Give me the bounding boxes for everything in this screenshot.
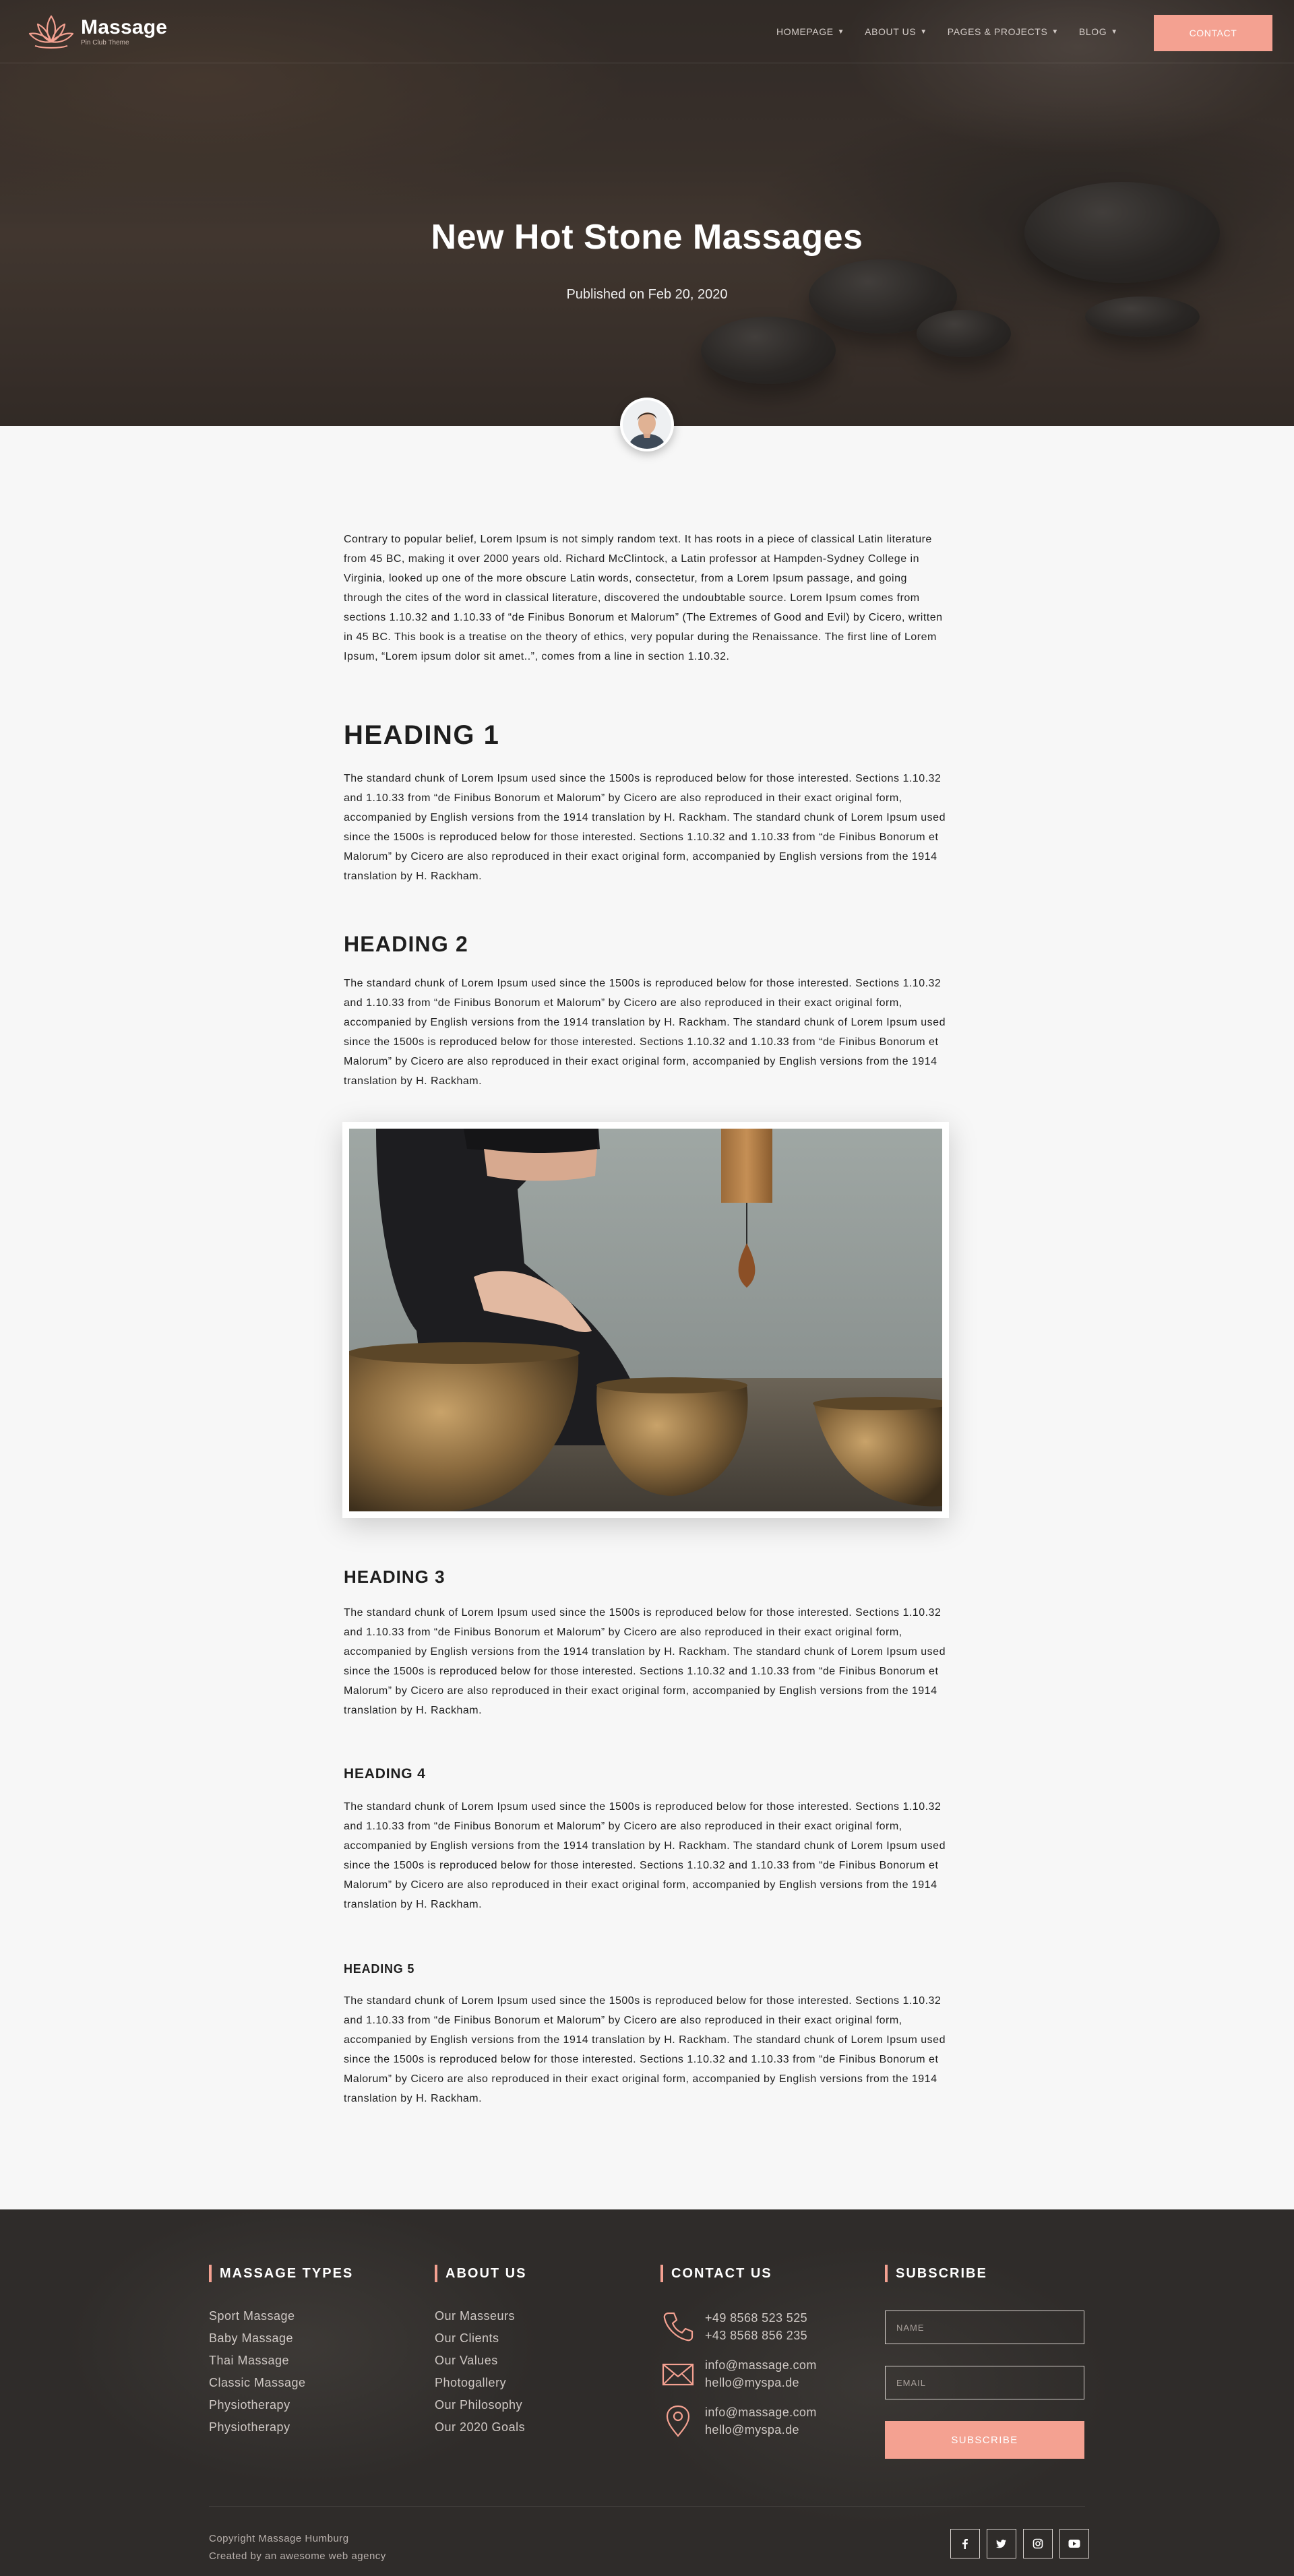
article-image: [342, 1122, 949, 1518]
footer-divider: [209, 2506, 1085, 2507]
photo-illustration: [349, 1129, 942, 1511]
contact-email-1[interactable]: info@massage.com: [705, 2356, 817, 2374]
site-footer: MASSAGE TYPES Sport Massage Baby Massage…: [0, 2209, 1294, 2576]
footer-link-list: Our Masseurs Our Clients Our Values Phot…: [435, 2305, 650, 2439]
section-body-1: The standard chunk of Lorem Ipsum used s…: [344, 773, 946, 882]
footer-column-title: ABOUT US: [435, 2265, 650, 2282]
footer-subscribe: SUBSCRIBE SUBSCRIBE: [885, 2265, 1101, 2459]
footer-link[interactable]: Our Philosophy: [435, 2394, 650, 2416]
chevron-down-icon: ▼: [837, 28, 845, 36]
envelope-icon: [662, 2363, 694, 2386]
author-photo: [623, 400, 671, 449]
top-navbar: Massage Pin Club Theme HOMEPAGE ▼ ABOUT …: [0, 0, 1294, 63]
hero-banner: Massage Pin Club Theme HOMEPAGE ▼ ABOUT …: [0, 0, 1294, 426]
footer-link[interactable]: Our 2020 Goals: [435, 2416, 650, 2439]
twitter-icon[interactable]: [987, 2529, 1016, 2558]
subscribe-email-input[interactable]: [885, 2366, 1084, 2399]
author-avatar[interactable]: [620, 398, 674, 451]
section-body-2: The standard chunk of Lorem Ipsum used s…: [344, 978, 946, 1087]
footer-link[interactable]: Physiotherapy: [209, 2394, 425, 2416]
footer-link[interactable]: Sport Massage: [209, 2305, 425, 2327]
map-pin-icon: [666, 2405, 690, 2437]
social-links: [950, 2529, 1089, 2558]
section-heading-4: HEADING 4: [344, 1766, 426, 1782]
brand-name: Massage: [81, 15, 168, 38]
page-title: New Hot Stone Massages: [431, 218, 863, 257]
lotus-logo-icon: [28, 15, 74, 49]
footer-link[interactable]: Baby Massage: [209, 2327, 425, 2350]
site-logo[interactable]: Massage Pin Club Theme: [26, 12, 167, 51]
footer-link-list: Sport Massage Baby Massage Thai Massage …: [209, 2305, 425, 2439]
youtube-icon[interactable]: [1059, 2529, 1089, 2558]
chevron-down-icon: ▼: [1051, 28, 1059, 36]
section-heading-1: HEADING 1: [344, 720, 500, 750]
hero-overlay: [0, 0, 1294, 426]
section-body-4: The standard chunk of Lorem Ipsum used s…: [344, 1801, 946, 1910]
chevron-down-icon: ▼: [1111, 28, 1118, 36]
subscribe-name-input[interactable]: [885, 2311, 1084, 2344]
footer-link[interactable]: Thai Massage: [209, 2350, 425, 2372]
phone-icon: [663, 2312, 694, 2342]
footer-massage-types: MASSAGE TYPES Sport Massage Baby Massage…: [209, 2265, 425, 2439]
subscribe-button[interactable]: SUBSCRIBE: [885, 2421, 1084, 2459]
nav-item-label: ABOUT US: [865, 26, 917, 37]
footer-copyright: Copyright Massage Humburg Created by an …: [209, 2530, 386, 2565]
footer-heading-text: SUBSCRIBE: [896, 2265, 987, 2281]
main-menu: HOMEPAGE ▼ ABOUT US ▼ PAGES & PROJECTS ▼…: [776, 26, 1118, 37]
publish-date: Published on Feb 20, 2020: [566, 287, 728, 302]
singing-bowls-photo: [349, 1129, 942, 1511]
facebook-icon[interactable]: [950, 2529, 980, 2558]
section-body-5: The standard chunk of Lorem Ipsum used s…: [344, 1995, 946, 2104]
contact-phone-row: +49 8568 523 525 +43 8568 856 235: [660, 2309, 876, 2344]
nav-item-label: BLOG: [1078, 26, 1107, 37]
footer-column-title: CONTACT US: [660, 2265, 876, 2282]
article-intro: Contrary to popular belief, Lorem Ipsum …: [344, 534, 943, 662]
contact-phone-2[interactable]: +43 8568 856 235: [705, 2327, 807, 2344]
title-accent-bar: [435, 2265, 437, 2282]
footer-link[interactable]: Our Masseurs: [435, 2305, 650, 2327]
footer-column-title: MASSAGE TYPES: [209, 2265, 425, 2282]
section-heading-2: HEADING 2: [344, 932, 469, 956]
nav-item-pages-projects[interactable]: PAGES & PROJECTS ▼: [948, 26, 1059, 37]
nav-item-label: HOMEPAGE: [776, 26, 834, 37]
copyright-text: Copyright Massage Humburg: [209, 2533, 349, 2544]
title-accent-bar: [660, 2265, 663, 2282]
footer-contact-us: CONTACT US +49 8568 523 525 +43 8568 856…: [660, 2265, 876, 2439]
footer-link[interactable]: Photogallery: [435, 2372, 650, 2394]
article-body: Contrary to popular belief, Lorem Ipsum …: [342, 530, 949, 2108]
contact-location-2[interactable]: hello@myspa.de: [705, 2421, 817, 2439]
section-heading-3: HEADING 3: [344, 1567, 445, 1587]
section-body-3: The standard chunk of Lorem Ipsum used s…: [344, 1607, 946, 1716]
footer-column-title: SUBSCRIBE: [885, 2265, 1101, 2282]
title-accent-bar: [209, 2265, 212, 2282]
title-accent-bar: [885, 2265, 888, 2282]
contact-button[interactable]: CONTACT: [1154, 15, 1272, 51]
footer-heading-text: CONTACT US: [671, 2265, 772, 2281]
footer-link[interactable]: Classic Massage: [209, 2372, 425, 2394]
contact-email-2[interactable]: hello@myspa.de: [705, 2374, 817, 2391]
instagram-icon[interactable]: [1023, 2529, 1053, 2558]
nav-item-label: PAGES & PROJECTS: [947, 26, 1048, 37]
section-heading-5: HEADING 5: [344, 1962, 415, 1976]
contact-email-row: info@massage.com hello@myspa.de: [660, 2356, 876, 2391]
footer-link[interactable]: Our Values: [435, 2350, 650, 2372]
contact-location-1[interactable]: info@massage.com: [705, 2404, 817, 2421]
footer-heading-text: MASSAGE TYPES: [220, 2265, 354, 2281]
footer-link[interactable]: Our Clients: [435, 2327, 650, 2350]
chevron-down-icon: ▼: [920, 28, 927, 36]
footer-link[interactable]: Physiotherapy: [209, 2416, 425, 2439]
footer-heading-text: ABOUT US: [445, 2265, 527, 2281]
contact-location-row: info@massage.com hello@myspa.de: [660, 2404, 876, 2439]
contact-phone-1[interactable]: +49 8568 523 525: [705, 2309, 807, 2327]
footer-about-us: ABOUT US Our Masseurs Our Clients Our Va…: [435, 2265, 650, 2439]
credit-text: Created by an awesome web agency: [209, 2550, 386, 2562]
nav-item-homepage[interactable]: HOMEPAGE ▼: [776, 26, 844, 37]
brand-tagline: Pin Club Theme: [81, 38, 129, 46]
nav-item-blog[interactable]: BLOG ▼: [1079, 26, 1118, 37]
nav-item-about-us[interactable]: ABOUT US ▼: [865, 26, 927, 37]
